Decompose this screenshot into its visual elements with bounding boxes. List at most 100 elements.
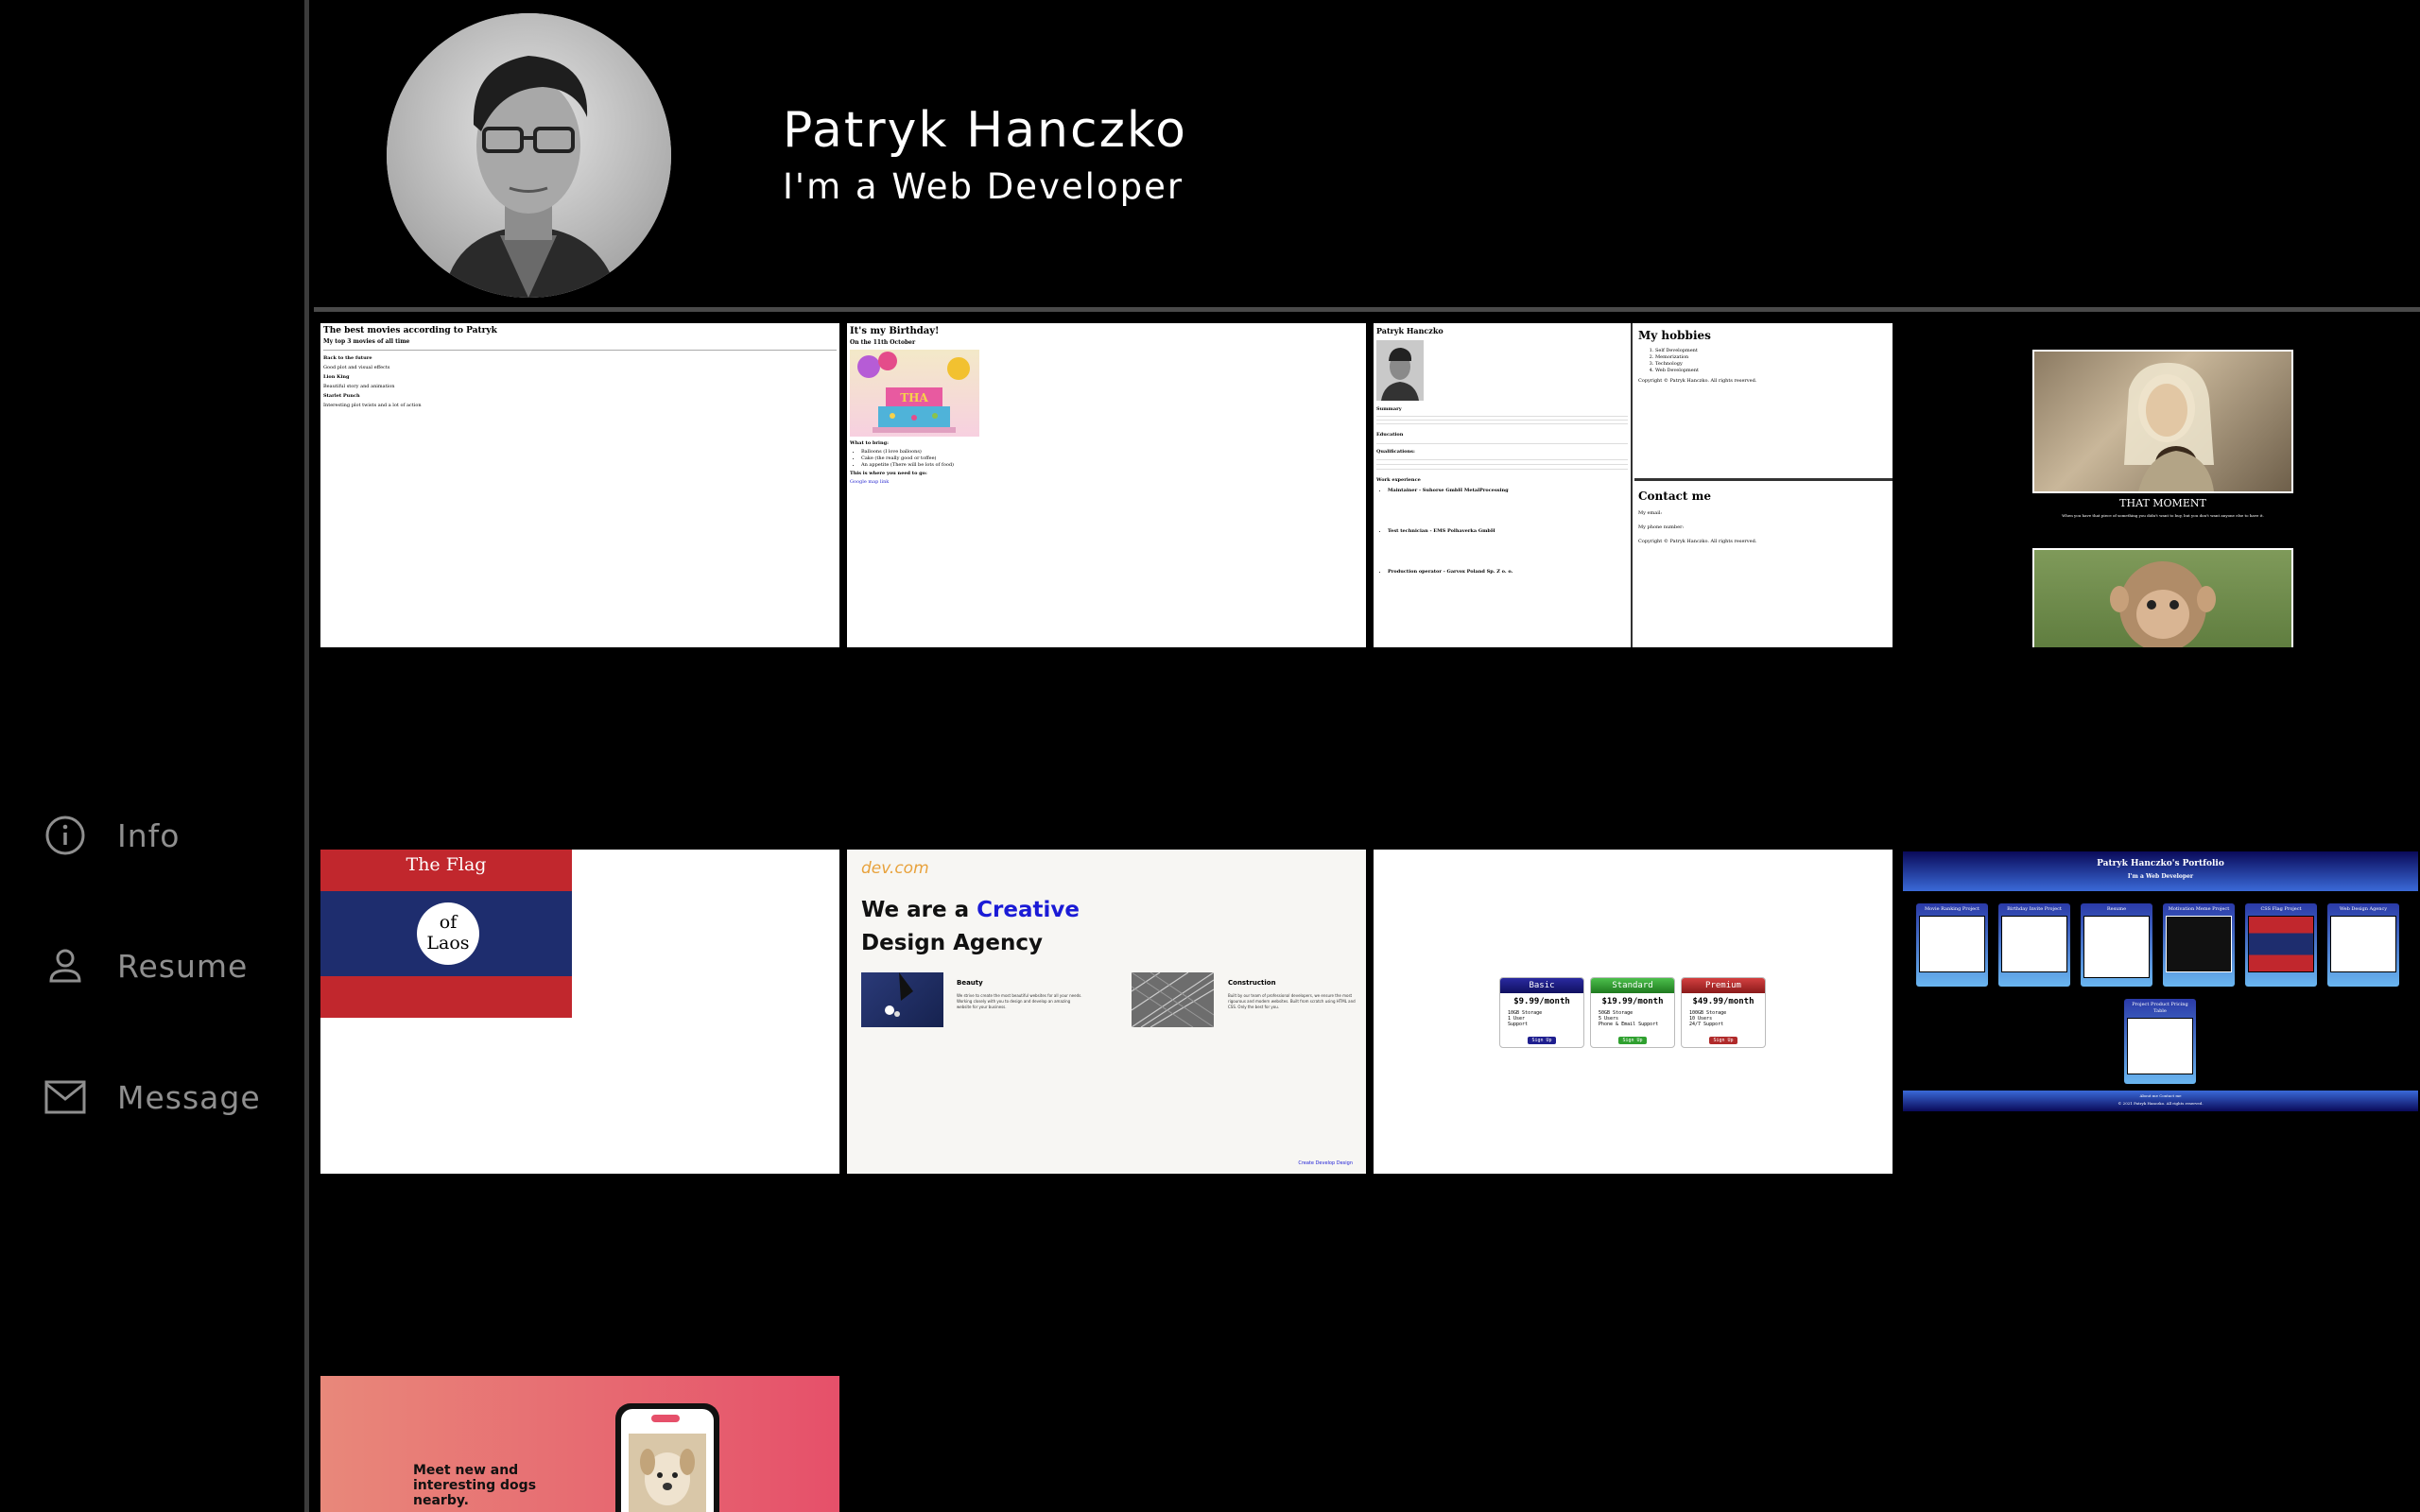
sidebar-item-label: Resume (117, 947, 249, 985)
portfolio-card: Birthday Invite Project (1998, 903, 2070, 987)
headline-accent: Creative (977, 898, 1080, 922)
pricing-cards: Basic $9.99/month 10GB Storage 1 User Su… (1499, 977, 1766, 1048)
plan-feature: Phone & Email Support (1599, 1022, 1659, 1027)
project-tile-birthday[interactable]: It's my Birthday! On the 11th October TH… (847, 323, 1366, 647)
resume-name: Patryk Hanczko (1376, 326, 1443, 335)
contact-phone: My phone number: (1638, 524, 1685, 530)
summary-heading: Summary (1376, 406, 1402, 412)
sidebar-item-info[interactable]: Info (43, 814, 180, 857)
signup-button[interactable]: Sign Up (1618, 1037, 1647, 1044)
movie-desc: Good plot and visual effects (323, 365, 390, 370)
portfolio-card: Movie Ranking Project (1916, 903, 1988, 987)
portfolio-cards: Movie Ranking Project Birthday Invite Pr… (1916, 903, 2399, 987)
portfolio-header: Patryk Hanczko's Portfolio I'm a Web Dev… (1903, 851, 2418, 891)
birthday-title: It's my Birthday! (850, 326, 940, 336)
plan-feature: 24/7 Support (1689, 1022, 1724, 1027)
project-tile-resume[interactable]: Patryk Hanczko Summary Education Qualifi… (1374, 323, 1893, 647)
meme-text: When you have that piece of something yo… (2062, 513, 2264, 518)
sidebar-item-message[interactable]: Message (43, 1075, 261, 1119)
construction-text: Built by our team of professional develo… (1228, 993, 1356, 1009)
flag-of: of (439, 912, 458, 933)
portfolio-title: Patryk Hanczko's Portfolio (2097, 859, 2224, 868)
hobbies-heading: My hobbies (1638, 329, 1711, 342)
portfolio-card-title: CSS Flag Project (2260, 906, 2302, 912)
flag-circle: of Laos (417, 902, 479, 965)
person-icon (43, 944, 87, 988)
hobby-item: Web Development (1655, 368, 1889, 374)
project-tile-flag[interactable]: The Flag of Laos (320, 850, 839, 1174)
sidebar: Info Resume Message (0, 0, 309, 1512)
headline-part-1: We are a (861, 898, 977, 922)
laos-flag: The Flag of Laos (320, 850, 572, 1018)
portfolio-card: Resume (2081, 903, 2152, 987)
movies-subtitle: My top 3 movies of all time (323, 338, 410, 345)
sidebar-item-label: Info (117, 816, 181, 854)
portfolio-card: Project Product Pricing Table (2124, 999, 2196, 1084)
project-tile-agency[interactable]: dev.com We are a Creative Design Agency … (847, 850, 1366, 1174)
portfolio-footer-links: About me Contact me (2139, 1093, 2182, 1098)
bring-title: What to bring: (850, 440, 889, 446)
agency-footer: Create Develop Design (1298, 1160, 1353, 1166)
movie-name: Lion King (323, 374, 350, 380)
plan-name: Standard (1591, 978, 1674, 993)
movie-name: Starlet Punch (323, 393, 360, 399)
profile-header: Patryk Hanczko I'm a Web Developer (314, 0, 2420, 312)
meme-caption: THAT MOMENT (2119, 497, 2206, 509)
project-tile-pricing[interactable]: Basic $9.99/month 10GB Storage 1 User Su… (1374, 850, 1893, 1174)
plan-feature: Support (1508, 1022, 1529, 1027)
copyright: Copyright © Patryk Hanczko. All rights r… (1638, 378, 1757, 384)
birthday-subtitle: On the 11th October (850, 339, 916, 346)
mail-icon (43, 1075, 87, 1119)
plan-name: Premium (1682, 978, 1765, 993)
beauty-image (861, 972, 943, 1027)
copyright: Copyright © Patryk Hanczko. All rights r… (1638, 539, 1757, 544)
pricing-card-standard: Standard $19.99/month 50GB Storage 5 Use… (1590, 977, 1675, 1048)
hobby-item: Memorization (1655, 354, 1889, 361)
pricing-card-premium: Premium $49.99/month 100GB Storage 10 Us… (1681, 977, 1766, 1048)
agency-logo: dev.com (861, 859, 929, 878)
profile-name: Patryk Hanczko (783, 102, 1187, 159)
construction-heading: Construction (1228, 979, 1276, 987)
plan-price: $9.99/month (1513, 997, 1570, 1006)
project-tile-motivation[interactable]: THAT MOMENT When you have that piece of … (1900, 323, 2419, 647)
sidebar-item-label: Message (117, 1078, 261, 1116)
portfolio-card-title: Movie Ranking Project (1925, 906, 1979, 912)
meme-image-2 (2032, 548, 2293, 647)
birthday-preview: It's my Birthday! On the 11th October TH… (847, 323, 1366, 489)
beauty-heading: Beauty (957, 979, 983, 987)
phone-mockup (615, 1403, 719, 1512)
hobby-item: Self Development (1655, 348, 1889, 354)
profile-role: I'm a Web Developer (783, 166, 1184, 207)
flag-title: The Flag (320, 850, 572, 891)
info-icon (43, 814, 87, 857)
where-title: This is where you need to go: (850, 471, 927, 476)
project-tile-portfolio[interactable]: Patryk Hanczko's Portfolio I'm a Web Dev… (1900, 850, 2420, 1174)
construction-image (1131, 971, 1215, 1028)
cake-image: THA (850, 350, 979, 437)
portfolio-card-title: Web Design Agency (2339, 906, 2388, 912)
plan-price: $49.99/month (1692, 997, 1754, 1006)
job-item: Test technician - EMS Polhaverka GmbH (1388, 528, 1628, 535)
avatar (387, 13, 671, 298)
portfolio-footer: About me Contact me © 2021 Patryk Hanczk… (1903, 1091, 2418, 1111)
movies-title: The best movies according to Patryk (323, 326, 497, 335)
bring-item: Balloons (I love balloons) (861, 449, 1363, 455)
portfolio-card-title: Birthday Invite Project (2007, 906, 2062, 912)
contact-preview: Contact me My email: My phone number: Co… (1634, 484, 1893, 647)
signup-button[interactable]: Sign Up (1528, 1037, 1556, 1044)
sidebar-item-resume[interactable]: Resume (43, 944, 248, 988)
project-tile-dogs[interactable]: Meet new and interesting dogs nearby. (320, 1376, 839, 1512)
portfolio-card: Web Design Agency (2327, 903, 2399, 987)
movie-desc: Interesting plot twists and a lot of act… (323, 403, 422, 408)
headline-part-2: Design Agency (861, 931, 1043, 955)
signup-button[interactable]: Sign Up (1709, 1037, 1737, 1044)
resume-photo (1376, 340, 1424, 401)
beauty-text: We strive to create the most beautiful w… (957, 993, 1082, 1009)
plan-name: Basic (1500, 978, 1583, 993)
hobbies-preview: My hobbies Self Development Memorization… (1634, 323, 1893, 481)
project-tile-movies[interactable]: The best movies according to Patryk My t… (320, 323, 839, 647)
meme-image-1 (2032, 350, 2293, 493)
bring-item: An appetite (There will be lots of food) (861, 462, 1363, 469)
movie-name: Back to the future (323, 355, 372, 361)
job-item: Production operator - Garvox Poland Sp. … (1388, 569, 1628, 576)
